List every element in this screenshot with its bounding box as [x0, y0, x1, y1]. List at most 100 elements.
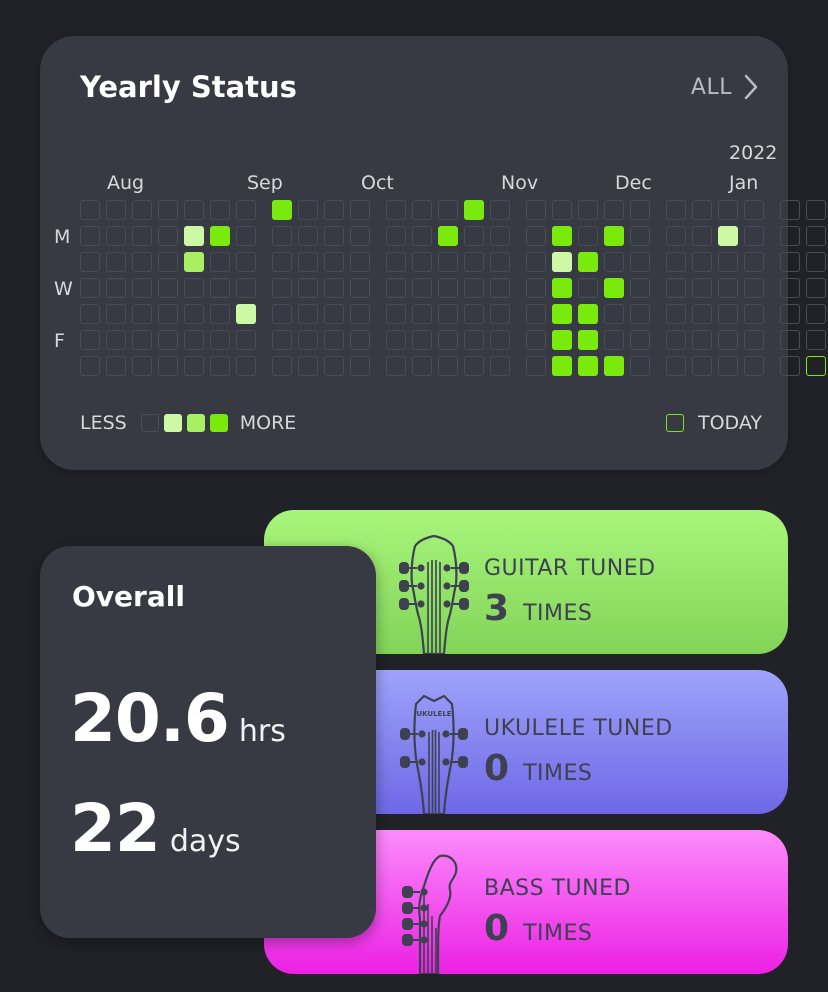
heatmap-cell	[106, 356, 126, 376]
heatmap-cell	[490, 304, 510, 324]
heatmap-cell	[184, 304, 204, 324]
heatmap-cell	[630, 356, 650, 376]
heatmap-cell	[464, 330, 484, 350]
heatmap-cell	[210, 200, 230, 220]
heatmap-cell	[718, 252, 738, 272]
heatmap-cell	[236, 356, 256, 376]
heatmap-cell	[718, 226, 738, 246]
heatmap-cell	[324, 200, 344, 220]
heatmap-cell	[438, 304, 458, 324]
heatmap-cell	[630, 252, 650, 272]
heatmap-cell	[386, 278, 406, 298]
heatmap-cell	[132, 226, 152, 246]
heatmap-cell	[526, 356, 546, 376]
legend-swatch-empty	[140, 414, 159, 432]
heatmap-cell	[780, 330, 800, 350]
heatmap-cell	[80, 200, 100, 220]
heatmap-cell	[666, 226, 686, 246]
today-legend: TODAY	[666, 412, 762, 434]
bass-tuned-unit: TIMES	[523, 921, 593, 946]
heatmap-cell	[350, 356, 370, 376]
heatmap-cell	[692, 200, 712, 220]
guitar-tuned-count: 3 TIMES	[484, 588, 592, 629]
heatmap-cell	[552, 200, 572, 220]
heatmap-cell	[490, 278, 510, 298]
heatmap-cell	[578, 226, 598, 246]
heatmap-cell	[718, 356, 738, 376]
heatmap-cell	[438, 330, 458, 350]
heatmap-cell	[630, 200, 650, 220]
heatmap-cell	[210, 278, 230, 298]
heatmap-cell	[210, 252, 230, 272]
heatmap-cell	[236, 278, 256, 298]
heatmap-cell	[718, 330, 738, 350]
heatmap-cell	[184, 200, 204, 220]
heatmap-cell	[324, 330, 344, 350]
heatmap-cell	[578, 330, 598, 350]
heatmap-cell	[412, 252, 432, 272]
heatmap-cell	[744, 278, 764, 298]
heatmap-cell	[692, 330, 712, 350]
heatmap-cell	[552, 278, 572, 298]
heatmap-cell	[272, 200, 292, 220]
heatmap-cell	[236, 330, 256, 350]
heatmap-cell	[464, 304, 484, 324]
heatmap-cell	[806, 330, 826, 350]
heatmap-cell	[158, 356, 178, 376]
heatmap-cell	[236, 200, 256, 220]
heatmap-cell	[744, 304, 764, 324]
heatmap-cell	[578, 304, 598, 324]
heatmap-cell	[806, 304, 826, 324]
heatmap-cell	[184, 330, 204, 350]
guitar-tuned-number: 3	[484, 588, 510, 629]
heatmap-cell	[350, 252, 370, 272]
heatmap-cell	[158, 304, 178, 324]
heatmap-cell	[666, 200, 686, 220]
heatmap-cell	[526, 252, 546, 272]
heatmap-cell	[386, 200, 406, 220]
heatmap-cell	[780, 200, 800, 220]
heatmap-cell	[412, 200, 432, 220]
heatmap-cell	[272, 330, 292, 350]
heatmap-cell	[106, 226, 126, 246]
heatmap-cell	[386, 304, 406, 324]
bass-tuned-number: 0	[484, 908, 510, 949]
legend-swatch-today	[666, 414, 684, 432]
heatmap-cell	[526, 278, 546, 298]
heatmap-cell	[578, 252, 598, 272]
overall-hours: 20.6 hrs	[70, 680, 286, 757]
legend-more-label: MORE	[239, 412, 297, 434]
heatmap-cell	[350, 304, 370, 324]
heatmap-cell	[744, 356, 764, 376]
heatmap-cell	[324, 226, 344, 246]
heatmap-cell	[604, 356, 624, 376]
heatmap-cell	[806, 252, 826, 272]
heatmap-cell	[526, 330, 546, 350]
heatmap-cell	[780, 226, 800, 246]
guitar-tuned-label: GUITAR TUNED	[484, 556, 656, 581]
heatmap-cell	[132, 304, 152, 324]
heatmap-cell	[744, 252, 764, 272]
heatmap-cell	[780, 252, 800, 272]
bass-tuned-count: 0 TIMES	[484, 908, 592, 949]
ukulele-tuned-unit: TIMES	[523, 761, 593, 786]
heatmap-cell	[210, 304, 230, 324]
heatmap-cell	[132, 252, 152, 272]
heatmap-cell	[298, 278, 318, 298]
heatmap-cell	[490, 356, 510, 376]
bass-tuned-label: BASS TUNED	[484, 876, 631, 901]
heatmap-cell	[210, 356, 230, 376]
heatmap-cell	[132, 278, 152, 298]
heatmap-cell	[780, 304, 800, 324]
heatmap-cell	[106, 278, 126, 298]
heatmap-cell	[744, 330, 764, 350]
heatmap-cell-today	[806, 356, 826, 376]
heatmap-cell	[298, 226, 318, 246]
heatmap-cell	[210, 330, 230, 350]
guitar-headstock-icon	[399, 534, 469, 654]
heatmap-cell	[438, 356, 458, 376]
heatmap-cell	[324, 356, 344, 376]
heatmap-cell	[718, 304, 738, 324]
heatmap-cell	[412, 356, 432, 376]
heatmap-cell	[526, 304, 546, 324]
